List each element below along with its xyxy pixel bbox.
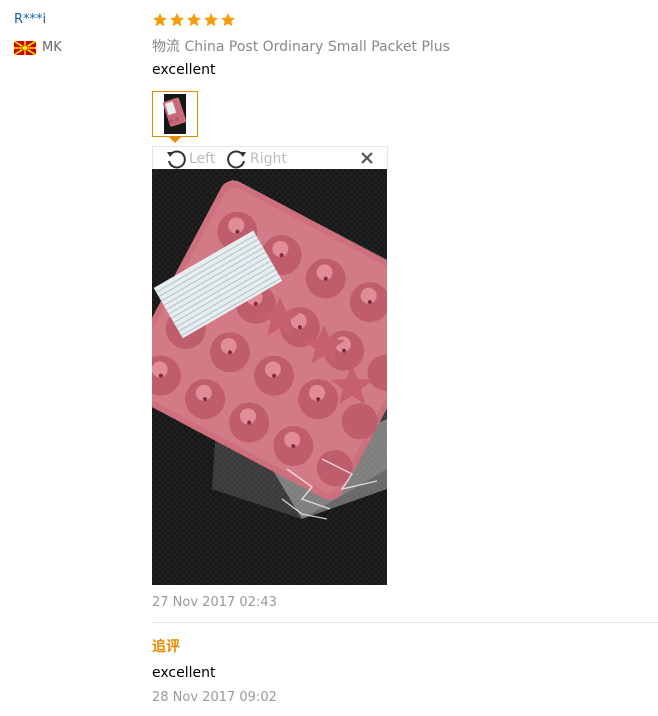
followup-text: excellent — [152, 665, 216, 681]
rotate-right-label: Right — [250, 150, 287, 167]
country-code: MK — [42, 40, 62, 55]
followup-label: 追评 — [152, 639, 180, 655]
star-icon — [204, 13, 218, 27]
thumbnail-pointer — [169, 137, 181, 143]
logistics-info: 物流 China Post Ordinary Small Packet Plus — [152, 36, 450, 56]
reviewer-name: R***i — [14, 12, 47, 27]
thumbnail-image — [155, 94, 195, 134]
followup-date: 28 Nov 2017 09:02 — [152, 690, 277, 705]
rotate-left-icon — [167, 149, 186, 168]
star-icon — [170, 13, 184, 27]
rotate-right-icon — [227, 149, 246, 168]
photo-viewer-toolbar: Left Right — [152, 146, 388, 170]
divider — [152, 622, 658, 623]
star-icon — [187, 13, 201, 27]
review-date: 27 Nov 2017 02:43 — [152, 595, 277, 610]
macedonia-flag-icon — [14, 40, 36, 55]
logistics-label: 物流 — [152, 39, 180, 55]
close-icon[interactable] — [360, 151, 374, 165]
review-photo-thumbnail[interactable] — [152, 91, 198, 137]
rotate-left-label: Left — [189, 150, 216, 167]
rotate-right-button[interactable]: Right — [226, 147, 287, 170]
review-photo — [152, 169, 387, 585]
star-icon — [221, 13, 235, 27]
logistics-value: China Post Ordinary Small Packet Plus — [184, 39, 450, 55]
reviewer-country: MK — [14, 40, 62, 55]
star-icon — [153, 13, 167, 27]
rotate-left-button[interactable]: Left — [165, 147, 215, 170]
review-text: excellent — [152, 62, 216, 78]
star-rating — [152, 12, 236, 28]
